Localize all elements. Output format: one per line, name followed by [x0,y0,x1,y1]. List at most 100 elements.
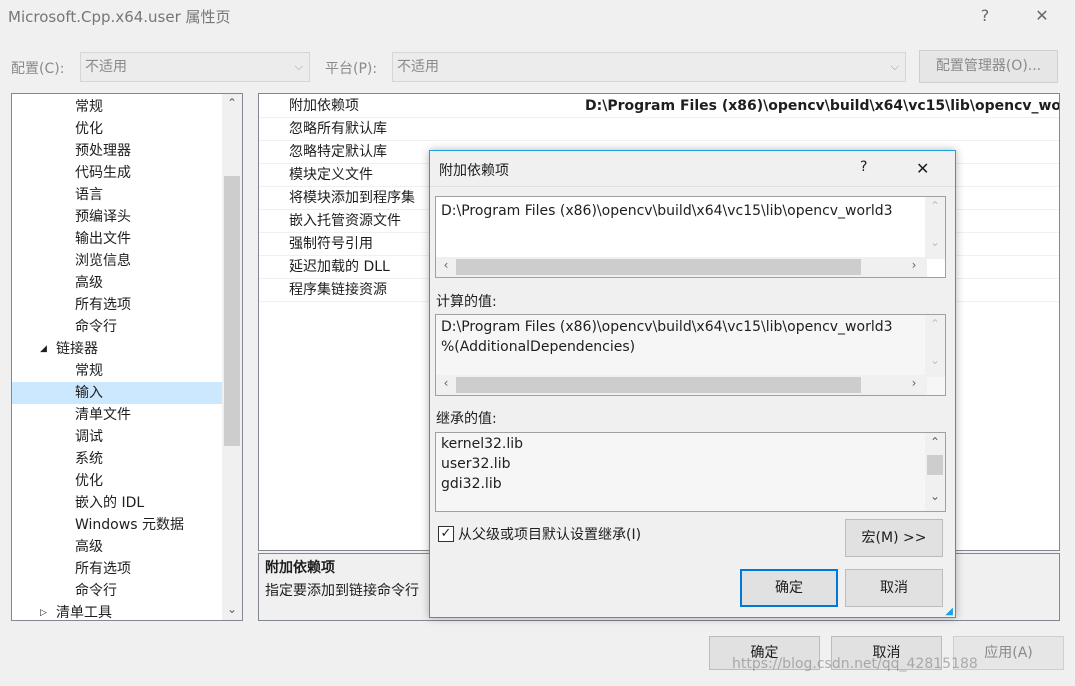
inherited-label: 继承的值: [436,411,497,427]
tree-item-label: 调试 [75,429,103,445]
tree-item-label: 命令行 [75,319,117,335]
tree-item[interactable]: 优化 [12,470,222,492]
dialog-ok-button[interactable]: 确定 [740,569,838,607]
property-row[interactable]: 附加依赖项 D:\Program Files (x86)\opencv\build… [259,95,1059,118]
tree-item-label: 常规 [75,363,103,379]
tree-item[interactable]: 命令行 [12,316,222,338]
property-name: 将模块添加到程序集 [289,190,415,206]
edit-hscrollbar[interactable]: ‹ › [436,257,927,277]
tree-item[interactable]: 代码生成 [12,162,222,184]
tree-item[interactable]: 输出文件 [12,228,222,250]
scroll-down-icon[interactable]: ⌄ [925,235,945,249]
inherited-vscrollbar[interactable]: ⌃ ⌄ [925,433,945,511]
inherited-line-2: user32.lib [441,456,511,472]
tree-item-label: 链接器 [56,341,98,357]
dialog-close-icon[interactable]: ✕ [916,159,929,178]
tree-item-label: 优化 [75,121,103,137]
platform-value: 不适用 [397,59,439,75]
tree-item-label: 语言 [75,187,103,203]
tree-item[interactable]: 高级 [12,272,222,294]
tree-item[interactable]: 预处理器 [12,140,222,162]
tree-item-label: 系统 [75,451,103,467]
scroll-left-icon[interactable]: ‹ [436,376,456,390]
tree-item-label: 高级 [75,275,103,291]
tree-item[interactable]: ◢ 链接器 [12,338,222,360]
scroll-down-icon[interactable]: ⌄ [925,489,945,503]
scroll-up-icon[interactable]: ⌃ [925,317,945,331]
property-tree[interactable]: 常规 优化 预处理器 代码生成 语言 预编译头 输出文件 浏览信息 高级 所有选项 命令行 ◢ 链接器常… [11,93,243,621]
property-name: 附加依赖项 [289,98,359,114]
scroll-right-icon[interactable]: › [904,258,924,272]
chevron-down-icon: ⌵ [294,60,303,73]
computed-line-1: D:\Program Files (x86)\opencv\build\x64\… [441,319,893,335]
close-icon[interactable]: ✕ [1027,4,1057,28]
window-title: Microsoft.Cpp.x64.user 属性页 [8,8,231,26]
help-button[interactable]: ? [970,4,1000,28]
tree-item[interactable]: 优化 [12,118,222,140]
tree-item[interactable]: 常规 [12,360,222,382]
expanded-arrow-icon[interactable]: ◢ [40,338,47,360]
property-value[interactable]: D:\Program Files (x86)\opencv\build\x64\… [585,95,1059,118]
tree-item[interactable]: 系统 [12,448,222,470]
scroll-up-icon[interactable]: ⌃ [925,199,945,213]
inherit-checkbox-label[interactable]: 从父级或项目默认设置继承(I) [458,524,641,544]
divider [430,186,955,187]
tree-item[interactable]: 高级 [12,536,222,558]
tree-item[interactable]: 输入 [12,382,222,404]
tree-item[interactable]: 常规 [12,96,222,118]
inherit-checkbox[interactable]: ✓ [438,526,454,542]
computed-hscrollbar[interactable]: ‹ › [436,375,927,395]
tree-item[interactable]: 预编译头 [12,206,222,228]
scroll-right-icon[interactable]: › [904,376,924,390]
inherited-line-3: gdi32.lib [441,476,502,492]
dialog-cancel-button[interactable]: 取消 [845,569,943,607]
edit-value: D:\Program Files (x86)\opencv\build\x64\… [441,203,893,219]
dependencies-edit-box[interactable]: D:\Program Files (x86)\opencv\build\x64\… [435,196,946,278]
tree-item[interactable]: 浏览信息 [12,250,222,272]
platform-label: 平台(P): [325,61,378,77]
watermark: https://blog.csdn.net/qq_42815188 [732,656,978,672]
tree-item[interactable]: 所有选项 [12,294,222,316]
computed-vscrollbar[interactable]: ⌃ ⌄ [925,315,945,377]
edit-hscroll-thumb[interactable] [456,259,861,275]
property-name: 忽略特定默认库 [289,144,387,160]
tree-scroll-thumb[interactable] [224,176,240,446]
config-label: 配置(C): [11,61,65,77]
tree-scrollbar[interactable]: ⌃ ⌄ [222,94,242,620]
dialog-help-button[interactable]: ? [860,159,867,175]
scroll-down-icon[interactable]: ⌄ [925,353,945,367]
platform-select[interactable]: 不适用 ⌵ [392,52,906,82]
config-manager-button[interactable]: 配置管理器(O)... [919,50,1058,83]
tree-item[interactable]: 命令行 [12,580,222,602]
tree-item[interactable]: Windows 元数据 [12,514,222,536]
scroll-up-icon[interactable]: ⌃ [925,435,945,449]
collapsed-arrow-icon[interactable]: ▷ [40,602,47,620]
tree-item-label: 所有选项 [75,297,131,313]
tree-item-label: 嵌入的 IDL [75,495,145,511]
tree-item[interactable]: 调试 [12,426,222,448]
additional-dependencies-dialog: 附加依赖项 ? ✕ D:\Program Files (x86)\opencv\… [429,150,956,618]
property-name: 嵌入托管资源文件 [289,213,401,229]
tree-item-label: 优化 [75,473,103,489]
tree-item[interactable]: 语言 [12,184,222,206]
macro-button[interactable]: 宏(M) >> [845,519,943,557]
config-value: 不适用 [85,59,127,75]
computed-hscroll-thumb[interactable] [456,377,861,393]
edit-vscrollbar[interactable]: ⌃ ⌄ [925,197,945,259]
scroll-left-icon[interactable]: ‹ [436,258,456,272]
inherited-scroll-thumb[interactable] [927,455,943,475]
tree-item-label: 预编译头 [75,209,131,225]
tree-item[interactable]: 清单文件 [12,404,222,426]
resize-grip-icon[interactable]: ◢ [945,606,953,617]
scroll-up-icon[interactable]: ⌃ [222,96,242,110]
computed-values-box: D:\Program Files (x86)\opencv\build\x64\… [435,314,946,396]
tree-item[interactable]: 所有选项 [12,558,222,580]
tree-item-label: 代码生成 [75,165,131,181]
tree-item[interactable]: ▷ 清单工具 [12,602,222,620]
tree-item[interactable]: 嵌入的 IDL [12,492,222,514]
property-row[interactable]: 忽略所有默认库 [259,118,1059,141]
tree-item-label: 预处理器 [75,143,131,159]
property-name: 强制符号引用 [289,236,373,252]
config-select[interactable]: 不适用 ⌵ [80,52,310,82]
scroll-down-icon[interactable]: ⌄ [222,602,242,616]
